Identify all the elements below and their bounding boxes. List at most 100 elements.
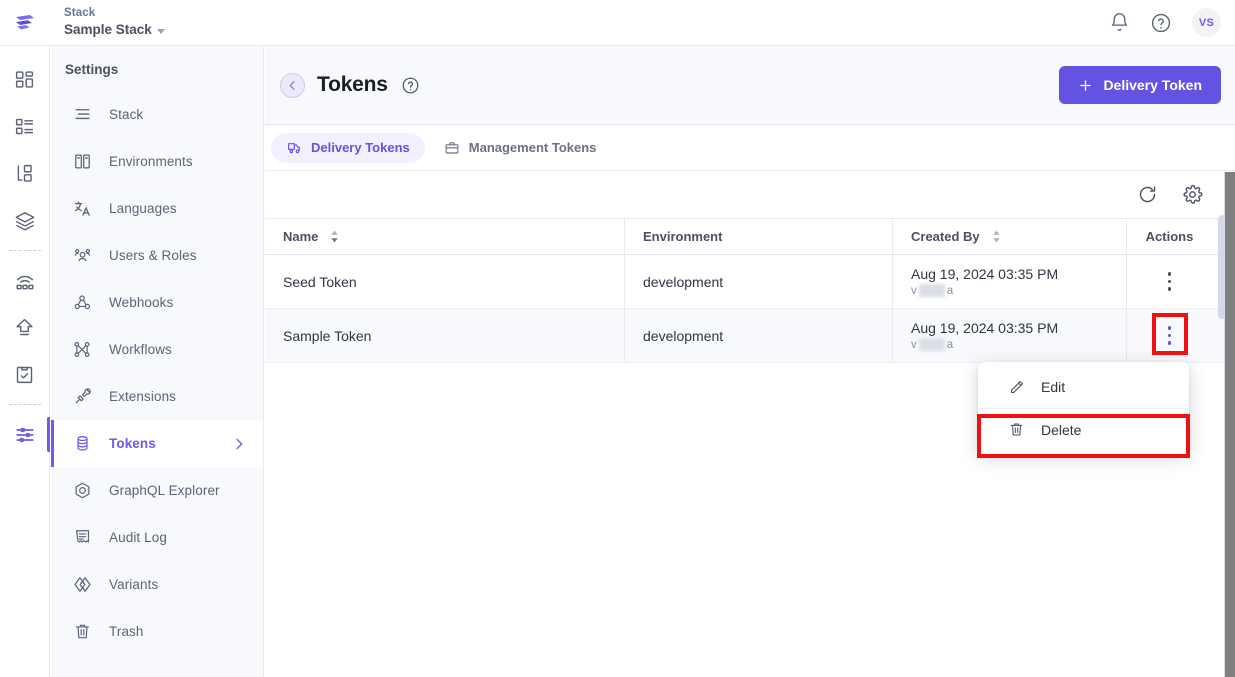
webhooks-icon <box>71 293 93 312</box>
sidebar-item-workflows[interactable]: Workflows <box>51 326 263 373</box>
column-header-name[interactable]: Name <box>265 219 625 254</box>
column-header-actions-label: Actions <box>1145 229 1194 244</box>
bell-icon[interactable] <box>1109 12 1130 33</box>
kebab-dot <box>1167 341 1172 345</box>
created-by-suffix: a <box>946 284 954 297</box>
kebab-dot <box>1167 287 1172 291</box>
app-root: Stack Sample Stack VS Settings Stack Env… <box>0 0 1235 677</box>
kebab-dot <box>1167 272 1172 276</box>
cell-name: Sample Token <box>265 309 625 362</box>
top-bar-actions: VS <box>1109 8 1235 37</box>
table-row[interactable]: Seed Token development Aug 19, 2024 03:3… <box>265 255 1235 309</box>
rail-item-entries[interactable] <box>0 150 50 197</box>
table-header-row: Name Environment Created By Actions <box>265 219 1235 255</box>
avatar[interactable]: VS <box>1192 8 1221 37</box>
tab-management-tokens[interactable]: Management Tokens <box>429 133 612 163</box>
page-title: Tokens <box>317 73 388 96</box>
token-environment: development <box>643 327 724 344</box>
rail-divider <box>8 404 41 405</box>
table-row[interactable]: Sample Token development Aug 19, 2024 03… <box>265 309 1235 363</box>
trash-icon <box>71 622 93 641</box>
context-menu-item-delete-label: Delete <box>1041 421 1082 438</box>
back-button[interactable] <box>280 72 305 98</box>
audit-log-icon <box>71 528 93 547</box>
sidebar-item-stack[interactable]: Stack <box>51 91 263 138</box>
tab-bar: Delivery Tokens Management Tokens <box>265 125 1235 171</box>
table-toolbar <box>265 171 1235 219</box>
sidebar-item-audit-log[interactable]: Audit Log <box>51 514 263 561</box>
chevron-right-icon <box>231 436 247 452</box>
created-by-user: v a <box>911 338 1058 351</box>
workflows-icon <box>74 342 90 357</box>
sort-icon[interactable] <box>992 230 1001 243</box>
cell-created-by: Aug 19, 2024 03:35 PM v a <box>893 309 1127 362</box>
question-circle-icon[interactable] <box>1150 12 1172 34</box>
cell-created-by: Aug 19, 2024 03:35 PM v a <box>893 255 1127 308</box>
sidebar-item-graphql-explorer[interactable]: GraphQL Explorer <box>51 467 263 514</box>
stack-icon <box>71 105 93 124</box>
languages-icon <box>71 199 93 218</box>
rail-item-releases[interactable] <box>0 257 50 304</box>
sidebar-item-label: Trash <box>109 624 144 639</box>
left-icon-rail <box>0 46 50 677</box>
row-actions-context-menu: Edit Delete <box>978 362 1189 454</box>
sidebar-item-variants[interactable]: Variants <box>51 561 263 608</box>
cell-environment: development <box>625 309 893 362</box>
chevron-down-icon <box>156 28 165 34</box>
chevron-left-icon <box>286 79 299 92</box>
sort-icon[interactable] <box>330 230 339 243</box>
column-header-created-by[interactable]: Created By <box>893 219 1127 254</box>
cell-actions <box>1127 309 1212 362</box>
sidebar-item-environments[interactable]: Environments <box>51 138 263 185</box>
kebab-dot <box>1167 326 1172 330</box>
created-by-user: v a <box>911 284 1058 297</box>
settings-sidebar: Settings Stack Environments Languages Us… <box>51 46 264 677</box>
sidebar-item-languages[interactable]: Languages <box>51 185 263 232</box>
graphql-icon <box>71 481 93 500</box>
page-header: Tokens Delivery Token <box>265 46 1235 125</box>
gear-icon[interactable] <box>1182 184 1203 205</box>
sidebar-item-label: GraphQL Explorer <box>109 483 220 498</box>
contentstack-logo-icon[interactable] <box>0 0 50 46</box>
content-edge-divider <box>1224 172 1225 677</box>
rail-item-publish-queue[interactable] <box>0 304 50 351</box>
sidebar-item-trash[interactable]: Trash <box>51 608 263 655</box>
trash-icon <box>1008 421 1025 438</box>
stack-name-text: Sample Stack <box>64 22 152 38</box>
users-roles-icon <box>71 246 93 265</box>
sidebar-item-label: Environments <box>109 154 193 169</box>
rail-item-content-types[interactable] <box>0 103 50 150</box>
stack-breadcrumb-label: Stack <box>64 7 96 20</box>
question-circle-icon[interactable] <box>401 76 420 95</box>
rail-item-dashboard[interactable] <box>0 56 50 103</box>
create-delivery-token-button[interactable]: Delivery Token <box>1059 66 1221 104</box>
sidebar-item-users-roles[interactable]: Users & Roles <box>51 232 263 279</box>
context-menu-item-delete[interactable]: Delete <box>978 408 1189 450</box>
rail-item-settings[interactable] <box>0 411 50 458</box>
created-date: Aug 19, 2024 03:35 PM <box>911 266 1059 282</box>
briefcase-icon <box>444 140 460 156</box>
sidebar-item-extensions[interactable]: Extensions <box>51 373 263 420</box>
rail-item-assets[interactable] <box>0 197 50 244</box>
context-menu-item-edit-label: Edit <box>1041 379 1066 395</box>
sidebar-item-tokens[interactable]: Tokens <box>51 420 263 467</box>
row-actions-kebab-button[interactable] <box>1157 319 1183 353</box>
sidebar-item-label: Stack <box>109 107 144 122</box>
token-name: Seed Token <box>283 273 357 290</box>
refresh-icon[interactable] <box>1137 184 1158 205</box>
rail-item-bulk-tasks[interactable] <box>0 351 50 398</box>
context-menu-item-edit[interactable]: Edit <box>978 366 1189 408</box>
tokens-database-icon <box>71 434 93 453</box>
column-header-environment-label: Environment <box>643 229 723 244</box>
plus-icon <box>1078 78 1093 93</box>
sidebar-item-webhooks[interactable]: Webhooks <box>51 279 263 326</box>
stack-breadcrumb[interactable]: Stack Sample Stack <box>64 7 165 38</box>
redaction-block <box>918 284 945 297</box>
tab-delivery-tokens[interactable]: Delivery Tokens <box>271 132 425 163</box>
variants-icon <box>71 575 93 594</box>
sidebar-item-label: Webhooks <box>109 295 174 310</box>
sidebar-item-label: Audit Log <box>109 530 167 545</box>
row-actions-kebab-button[interactable] <box>1157 265 1183 299</box>
column-header-environment[interactable]: Environment <box>625 219 893 254</box>
stack-breadcrumb-value[interactable]: Sample Stack <box>64 22 165 38</box>
